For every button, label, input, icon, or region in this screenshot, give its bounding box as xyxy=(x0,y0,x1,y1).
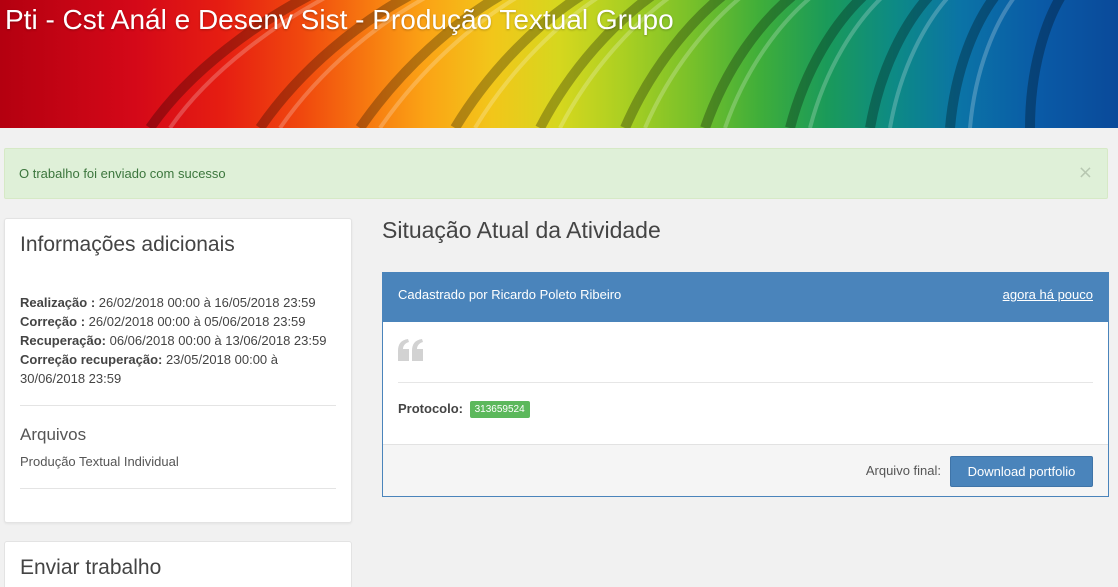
final-file-label: Arquivo final: xyxy=(865,463,941,478)
header-banner: Pti - Cst Anál e Desenv Sist - Produção … xyxy=(0,0,1118,128)
divider xyxy=(20,405,336,406)
date-row-realizacao: Realização : 26/02/2018 00:00 à 16/05/20… xyxy=(20,293,345,312)
date-list: Realização : 26/02/2018 00:00 à 16/05/20… xyxy=(20,293,345,388)
card-footer: Arquivo final: Download portfolio xyxy=(383,444,1108,496)
protocol-row: Protocolo: 313659524 xyxy=(398,401,530,418)
files-title: Arquivos xyxy=(20,425,87,444)
activity-status-title: Situação Atual da Atividade xyxy=(382,217,661,243)
date-value: 26/02/2018 00:00 à 16/05/2018 23:59 xyxy=(95,295,316,310)
divider xyxy=(20,488,336,489)
divider xyxy=(398,382,1093,383)
submission-card: Cadastrado por Ricardo Poleto Ribeiro ag… xyxy=(382,272,1109,497)
alert-message: O trabalho foi enviado com sucesso xyxy=(19,166,226,181)
date-row-correcao: Correção : 26/02/2018 00:00 à 05/06/2018… xyxy=(20,312,345,331)
author-text: Cadastrado por Ricardo Poleto Ribeiro xyxy=(398,287,622,302)
send-panel-title: Enviar trabalho xyxy=(20,556,162,579)
date-label: Correção recuperação: xyxy=(20,352,163,367)
page-title: Pti - Cst Anál e Desenv Sist - Produção … xyxy=(5,4,674,35)
date-row-recuperacao: Recuperação: 06/06/2018 00:00 à 13/06/20… xyxy=(20,331,345,350)
quote-left-icon xyxy=(398,339,424,365)
protocol-label: Protocolo: xyxy=(398,401,463,416)
success-alert: O trabalho foi enviado com sucesso × xyxy=(4,148,1108,199)
date-label: Realização : xyxy=(20,295,96,310)
close-icon[interactable]: × xyxy=(1078,162,1093,183)
date-value: 06/06/2018 00:00 à 13/06/2018 23:59 xyxy=(105,333,327,348)
file-link[interactable]: Produção Textual Individual xyxy=(20,454,179,469)
date-row-correcao-recuperacao: Correção recuperação: 23/05/2018 00:00 à… xyxy=(20,350,345,388)
protocol-badge: 313659524 xyxy=(469,401,530,418)
download-portfolio-button[interactable]: Download portfolio xyxy=(950,456,1093,487)
card-header: Cadastrado por Ricardo Poleto Ribeiro ag… xyxy=(383,273,1108,322)
send-work-panel: Enviar trabalho xyxy=(4,541,352,587)
date-value: 26/02/2018 00:00 à 05/06/2018 23:59 xyxy=(85,314,306,329)
additional-info-panel: Informações adicionais Realização : 26/0… xyxy=(4,218,352,523)
info-panel-title: Informações adicionais xyxy=(20,233,235,256)
date-label: Correção : xyxy=(20,314,86,329)
date-label: Recuperação: xyxy=(20,333,106,348)
timestamp-link[interactable]: agora há pouco xyxy=(1003,287,1093,302)
